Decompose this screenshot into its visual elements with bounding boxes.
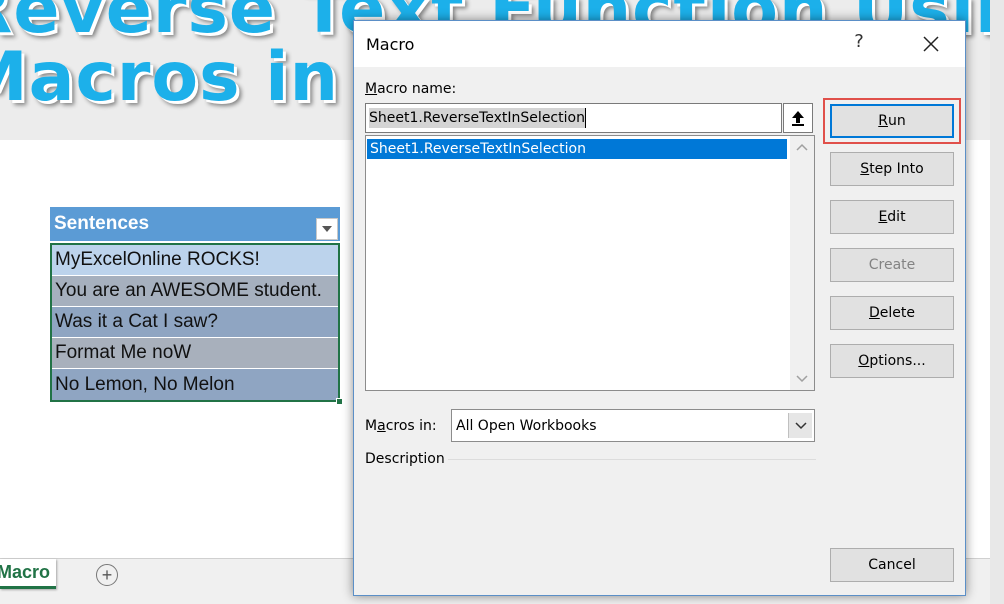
macro-name-label: Macro name: — [365, 81, 457, 97]
chevron-down-icon — [322, 226, 332, 232]
filter-dropdown-button[interactable] — [316, 218, 338, 240]
table-row[interactable]: Format Me noW — [52, 338, 338, 369]
dialog-title: Macro — [366, 35, 415, 54]
table-body[interactable]: MyExcelOnline ROCKS! You are an AWESOME … — [50, 243, 343, 405]
macro-list[interactable]: Sheet1.ReverseTextInSelection — [365, 135, 815, 391]
table-row[interactable]: Was it a Cat I saw? — [52, 307, 338, 338]
macro-name-input[interactable]: Sheet1.ReverseTextInSelection — [365, 103, 782, 133]
run-button[interactable]: Run — [830, 104, 954, 138]
scroll-up-icon[interactable] — [790, 136, 814, 158]
sheet-tab-macro[interactable]: Macro — [0, 559, 56, 589]
description-label: Description — [365, 451, 445, 467]
macros-in-value: All Open Workbooks — [456, 417, 597, 434]
create-button[interactable]: Create — [830, 248, 954, 282]
options-button[interactable]: Options... — [830, 344, 954, 378]
delete-button[interactable]: Delete — [830, 296, 954, 330]
list-scrollbar[interactable] — [790, 136, 814, 390]
help-icon[interactable]: ? — [847, 31, 871, 57]
dialog-titlebar[interactable]: Macro ? — [354, 21, 965, 67]
sentences-table[interactable]: Sentences MyExcelOnline ROCKS! You are a… — [50, 207, 343, 405]
macros-in-label: Macros in: — [365, 418, 437, 434]
description-divider — [448, 459, 816, 460]
edit-button[interactable]: Edit — [830, 200, 954, 234]
macro-name-value: Sheet1.ReverseTextInSelection — [369, 108, 586, 128]
macro-dialog: Macro ? Macro name: Sheet1.ReverseTextIn… — [353, 20, 966, 596]
column-header-sentences: Sentences — [54, 213, 150, 234]
step-into-button[interactable]: Step Into — [830, 152, 954, 186]
table-header[interactable]: Sentences — [50, 207, 340, 241]
add-sheet-icon[interactable]: + — [96, 564, 118, 586]
table-row[interactable]: No Lemon, No Melon — [52, 369, 338, 400]
table-row[interactable]: You are an AWESOME student. — [52, 276, 338, 307]
table-row[interactable]: MyExcelOnline ROCKS! — [52, 245, 338, 276]
macros-in-select[interactable]: All Open Workbooks — [451, 409, 815, 442]
cancel-button[interactable]: Cancel — [830, 548, 954, 582]
close-icon[interactable] — [914, 29, 948, 59]
fill-handle[interactable] — [336, 398, 343, 405]
window-edge — [990, 0, 1004, 604]
chevron-down-icon[interactable] — [788, 413, 812, 438]
scroll-down-icon[interactable] — [790, 368, 814, 390]
list-item[interactable]: Sheet1.ReverseTextInSelection — [367, 139, 787, 159]
collapse-dialog-button[interactable] — [783, 103, 813, 133]
upload-arrow-icon — [792, 111, 804, 126]
